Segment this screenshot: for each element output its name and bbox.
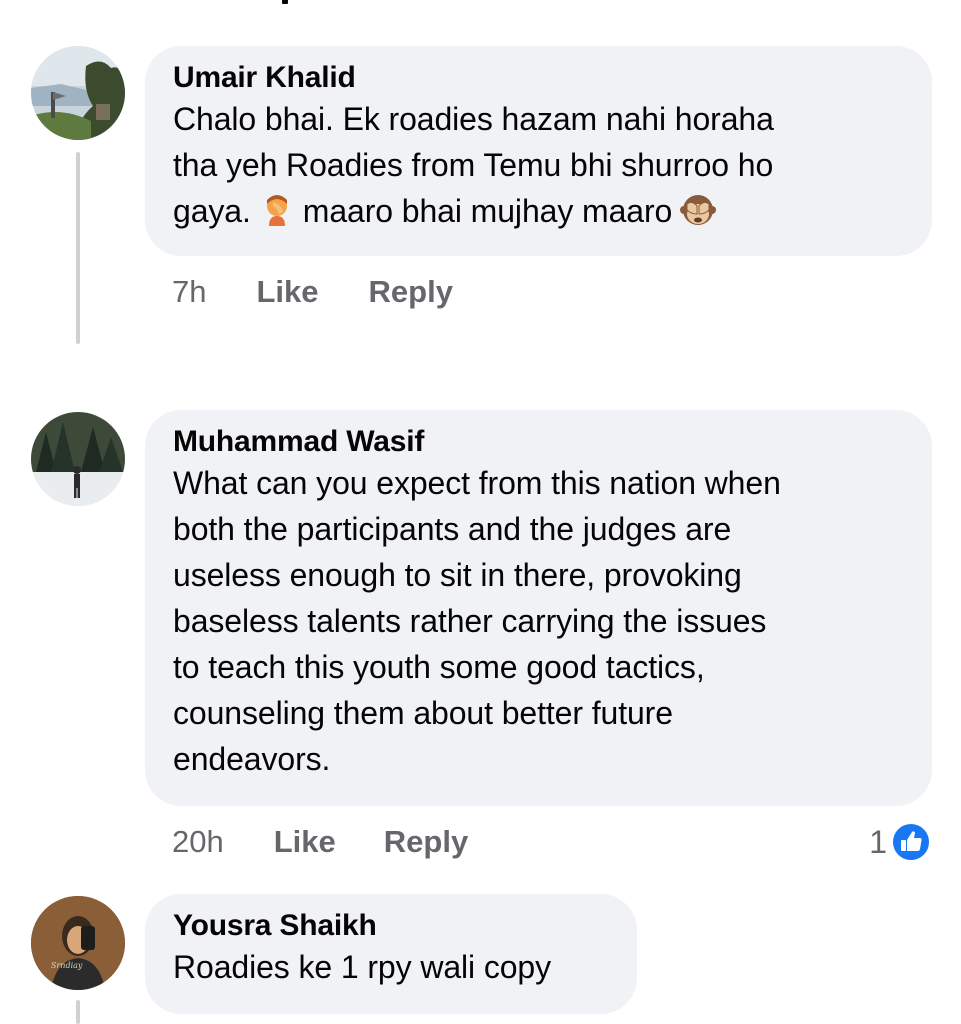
comments-feed: Umair Khalid Chalo bhai. Ek roadies haza… — [0, 0, 961, 1024]
comment-author[interactable]: Yousra Shaikh — [173, 908, 609, 944]
landscape-avatar-icon — [31, 46, 125, 140]
comment-author[interactable]: Muhammad Wasif — [173, 424, 904, 460]
comment-bubble[interactable]: Umair Khalid Chalo bhai. Ek roadies haza… — [145, 46, 932, 256]
comment-timestamp[interactable]: 20h — [172, 824, 224, 860]
comment-text-line: endeavors. — [173, 741, 331, 777]
avatar[interactable] — [31, 46, 125, 140]
svg-text:Srndiay: Srndiay — [51, 961, 83, 970]
like-thumb-icon — [891, 822, 931, 862]
comment-text-line: What can you expect from this nation whe… — [173, 465, 781, 501]
see-no-evil-monkey-emoji-icon — [680, 195, 717, 225]
cropped-text-fragment — [282, 0, 288, 4]
comment-bubble[interactable]: Muhammad Wasif What can you expect from … — [145, 410, 932, 806]
selfie-avatar-icon: Srndiay — [31, 896, 125, 990]
comment-text-line: to teach this youth some good tactics, — [173, 649, 705, 685]
like-button[interactable]: Like — [256, 274, 318, 310]
facepalm-emoji-icon — [266, 195, 287, 226]
comment-actions: 20h Like Reply — [172, 824, 468, 860]
reaction-count: 1 — [869, 823, 887, 860]
reply-button[interactable]: Reply — [384, 824, 468, 860]
comment-text-line: baseless talents rather carrying the iss… — [173, 603, 767, 639]
snowy-forest-avatar-icon — [31, 412, 125, 506]
comment-text-line: useless enough to sit in there, provokin… — [173, 557, 742, 593]
comment-actions: 7h Like Reply — [172, 274, 453, 310]
reply-button[interactable]: Reply — [369, 274, 453, 310]
comment-text-fragment: maaro bhai mujhay maaro — [302, 193, 673, 229]
thread-line — [76, 152, 80, 344]
comment-author[interactable]: Umair Khalid — [173, 60, 904, 96]
avatar[interactable] — [31, 412, 125, 506]
avatar[interactable]: Srndiay — [31, 896, 125, 990]
comment-text-line: gaya. maaro bhai mujhay maaro — [173, 188, 904, 234]
comment-text-line: counseling them about better future — [173, 695, 673, 731]
comment-text-line: both the participants and the judges are — [173, 511, 732, 547]
comment-text-line: Chalo bhai. Ek roadies hazam nahi horaha — [173, 101, 774, 137]
comment-text-line: Roadies ke 1 rpy wali copy — [173, 949, 552, 985]
comment-text-line: tha yeh Roadies from Temu bhi shurroo ho — [173, 147, 774, 183]
like-button[interactable]: Like — [274, 824, 336, 860]
comment-bubble[interactable]: Yousra Shaikh Roadies ke 1 rpy wali copy — [145, 894, 637, 1014]
thread-line — [76, 1000, 80, 1024]
comment-text-fragment: gaya. — [173, 193, 251, 229]
reaction-summary[interactable]: 1 — [869, 822, 931, 862]
comment-timestamp[interactable]: 7h — [172, 274, 206, 310]
